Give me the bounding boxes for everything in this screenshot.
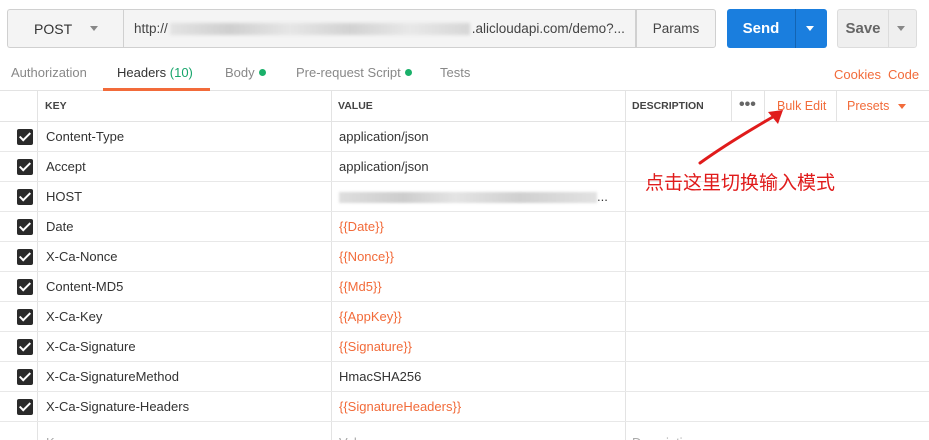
header-value[interactable]: {{Date}}: [339, 212, 384, 242]
header-value[interactable]: {{Md5}}: [339, 272, 382, 302]
column-header-key: KEY: [45, 100, 67, 112]
request-tabs: Authorization Headers (10) Body Pre-requ…: [0, 58, 929, 91]
new-value-input[interactable]: Value: [339, 428, 371, 440]
save-divider: [888, 10, 889, 47]
save-dropdown-icon[interactable]: [897, 26, 905, 31]
table-row: X-Ca-SignatureMethod HmacSHA256: [0, 362, 929, 392]
header-value[interactable]: application/json: [339, 152, 429, 182]
row-checkbox[interactable]: [17, 339, 33, 355]
url-prefix: http://: [134, 21, 168, 36]
header-key[interactable]: X-Ca-Key: [46, 302, 102, 332]
row-checkbox[interactable]: [17, 129, 33, 145]
annotation-arrow-icon: [698, 110, 783, 165]
row-checkbox[interactable]: [17, 309, 33, 325]
chevron-down-icon: [898, 104, 907, 109]
header-value[interactable]: {{Signature}}: [339, 332, 412, 362]
code-link[interactable]: Code: [888, 67, 919, 82]
row-checkbox[interactable]: [17, 189, 33, 205]
request-bar: POST http:// .alicloudapi.com/demo?... Pa…: [0, 0, 929, 58]
header-value[interactable]: {{Nonce}}: [339, 242, 394, 272]
header-key[interactable]: Accept: [46, 152, 86, 182]
table-row: X-Ca-Signature-Headers {{SignatureHeader…: [0, 392, 929, 422]
column-header-value: VALUE: [338, 100, 373, 112]
save-label: Save: [845, 20, 881, 37]
row-checkbox[interactable]: [17, 249, 33, 265]
row-checkbox[interactable]: [17, 159, 33, 175]
url-suffix: .alicloudapi.com/demo?...: [471, 21, 625, 36]
new-description-input[interactable]: Description: [632, 428, 697, 440]
headers-count: (10): [169, 65, 193, 80]
annotation-text: 点击这里切换输入模式: [645, 172, 836, 194]
table-row: X-Ca-Nonce {{Nonce}}: [0, 242, 929, 272]
url-input[interactable]: http:// .alicloudapi.com/demo?...: [123, 9, 636, 48]
send-dropdown-icon[interactable]: [806, 26, 814, 31]
row-checkbox[interactable]: [17, 399, 33, 415]
blurred-host: [169, 22, 470, 35]
new-header-row: Key Value Description: [0, 422, 929, 440]
params-button[interactable]: Params: [636, 9, 716, 48]
tab-authorization[interactable]: Authorization: [11, 58, 87, 91]
send-label: Send: [742, 20, 780, 37]
script-indicator-dot: [404, 69, 412, 76]
table-row: X-Ca-Key {{AppKey}}: [0, 302, 929, 332]
tab-tests[interactable]: Tests: [440, 58, 470, 91]
header-value[interactable]: ...: [339, 182, 608, 212]
method-label: POST: [34, 20, 73, 37]
header-key[interactable]: Content-MD5: [46, 272, 123, 302]
header-key[interactable]: X-Ca-Nonce: [46, 242, 118, 272]
tab-headers[interactable]: Headers (10): [103, 58, 210, 91]
row-checkbox[interactable]: [17, 219, 33, 235]
header-value[interactable]: HmacSHA256: [339, 362, 421, 392]
header-key[interactable]: X-Ca-SignatureMethod: [46, 362, 179, 392]
header-key[interactable]: Date: [46, 212, 73, 242]
send-button[interactable]: Send: [727, 9, 827, 48]
header-key[interactable]: Content-Type: [46, 122, 124, 152]
row-checkbox[interactable]: [17, 369, 33, 385]
blurred-host-value: [339, 192, 597, 204]
send-divider: [795, 9, 796, 48]
row-checkbox[interactable]: [17, 279, 33, 295]
chevron-down-icon: [90, 26, 98, 31]
table-row: Content-MD5 {{Md5}}: [0, 272, 929, 302]
header-key[interactable]: X-Ca-Signature-Headers: [46, 392, 189, 422]
body-indicator-dot: [258, 69, 266, 76]
save-button[interactable]: Save: [837, 9, 917, 48]
presets-dropdown[interactable]: Presets: [847, 91, 907, 122]
new-key-input[interactable]: Key: [46, 428, 68, 440]
header-key[interactable]: X-Ca-Signature: [46, 332, 136, 362]
header-value[interactable]: {{AppKey}}: [339, 302, 402, 332]
table-row: Date {{Date}}: [0, 212, 929, 242]
cookies-link[interactable]: Cookies: [834, 67, 881, 82]
header-value[interactable]: {{SignatureHeaders}}: [339, 392, 461, 422]
tab-body[interactable]: Body: [225, 58, 266, 91]
header-value[interactable]: application/json: [339, 122, 429, 152]
table-row: X-Ca-Signature {{Signature}}: [0, 332, 929, 362]
method-select[interactable]: POST: [7, 9, 123, 48]
tab-pre-request-script[interactable]: Pre-request Script: [296, 58, 412, 91]
header-key[interactable]: HOST: [46, 182, 82, 212]
